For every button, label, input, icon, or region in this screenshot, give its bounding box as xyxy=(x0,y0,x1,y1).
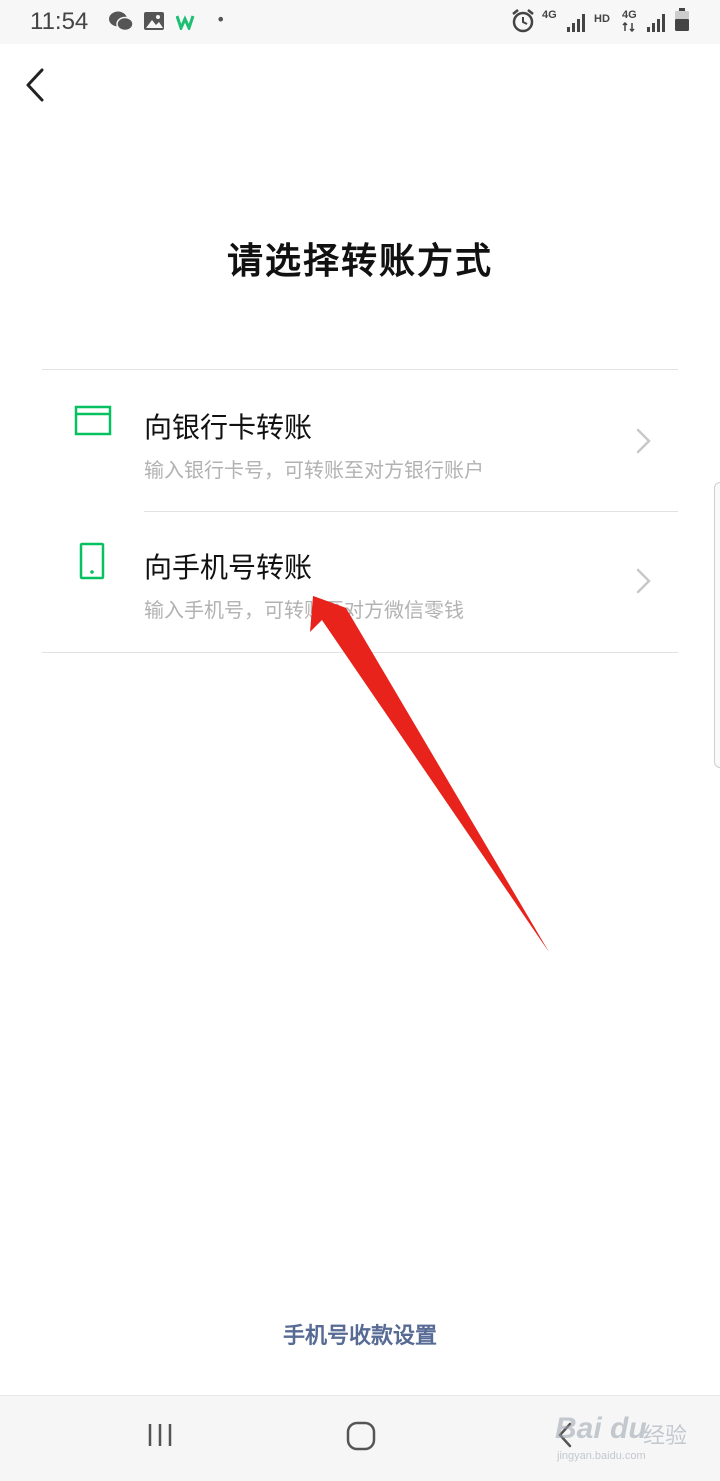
bank-card-icon xyxy=(74,405,112,436)
app-notification-icon xyxy=(176,15,195,30)
watermark-brand: Bai du xyxy=(555,1412,647,1445)
mobile-receipt-settings-link[interactable]: 手机号收款设置 xyxy=(0,1318,720,1350)
signal-strength-icon xyxy=(567,14,585,32)
mobile-transfer-description: 输入手机号，可转账至对方微信零钱 xyxy=(144,598,464,622)
mobile-transfer-title: 向手机号转账 xyxy=(144,551,313,584)
network-type-2: 4G xyxy=(622,9,637,21)
back-arrow-icon xyxy=(26,68,44,102)
more-notifications-icon: • xyxy=(216,10,226,29)
network-type-1: 4G xyxy=(542,9,557,21)
baidu-jingyan-watermark: Bai du 经验 jingyan.baidu.com xyxy=(555,1410,715,1470)
hd-indicator: HD xyxy=(594,13,610,25)
edge-panel-handle[interactable] xyxy=(714,482,720,768)
watermark-label: 经验 xyxy=(643,1424,688,1449)
alarm-icon xyxy=(512,9,534,33)
red-annotation-arrow xyxy=(310,596,549,952)
mobile-transfer-option[interactable]: 向手机号转账 输入手机号，可转账至对方微信零钱 xyxy=(42,512,678,652)
page-title: 请选择转账方式 xyxy=(226,241,493,282)
signal-strength-icon-2 xyxy=(647,14,665,32)
bank-card-transfer-option[interactable]: 向银行卡转账 输入银行卡号，可转账至对方银行账户 xyxy=(42,370,678,510)
mobile-phone-icon xyxy=(79,542,105,580)
battery-icon xyxy=(675,8,689,31)
status-bar: 11:54 • 4G HD 4G xyxy=(0,0,720,44)
chevron-right-icon xyxy=(636,568,651,594)
home-button[interactable] xyxy=(345,1420,377,1452)
data-transfer-icon xyxy=(622,22,635,32)
back-button[interactable] xyxy=(18,64,58,108)
bank-card-transfer-title: 向银行卡转账 xyxy=(144,411,313,444)
bank-card-transfer-description: 输入银行卡号，可转账至对方银行账户 xyxy=(144,458,484,482)
wechat-notification-icon xyxy=(109,11,134,32)
status-time: 11:54 xyxy=(30,8,89,35)
watermark-url: jingyan.baidu.com xyxy=(557,1450,646,1462)
recent-apps-button[interactable] xyxy=(146,1420,174,1450)
chevron-right-icon xyxy=(636,428,651,454)
list-bottom-divider xyxy=(42,652,678,653)
gallery-notification-icon xyxy=(144,12,164,30)
